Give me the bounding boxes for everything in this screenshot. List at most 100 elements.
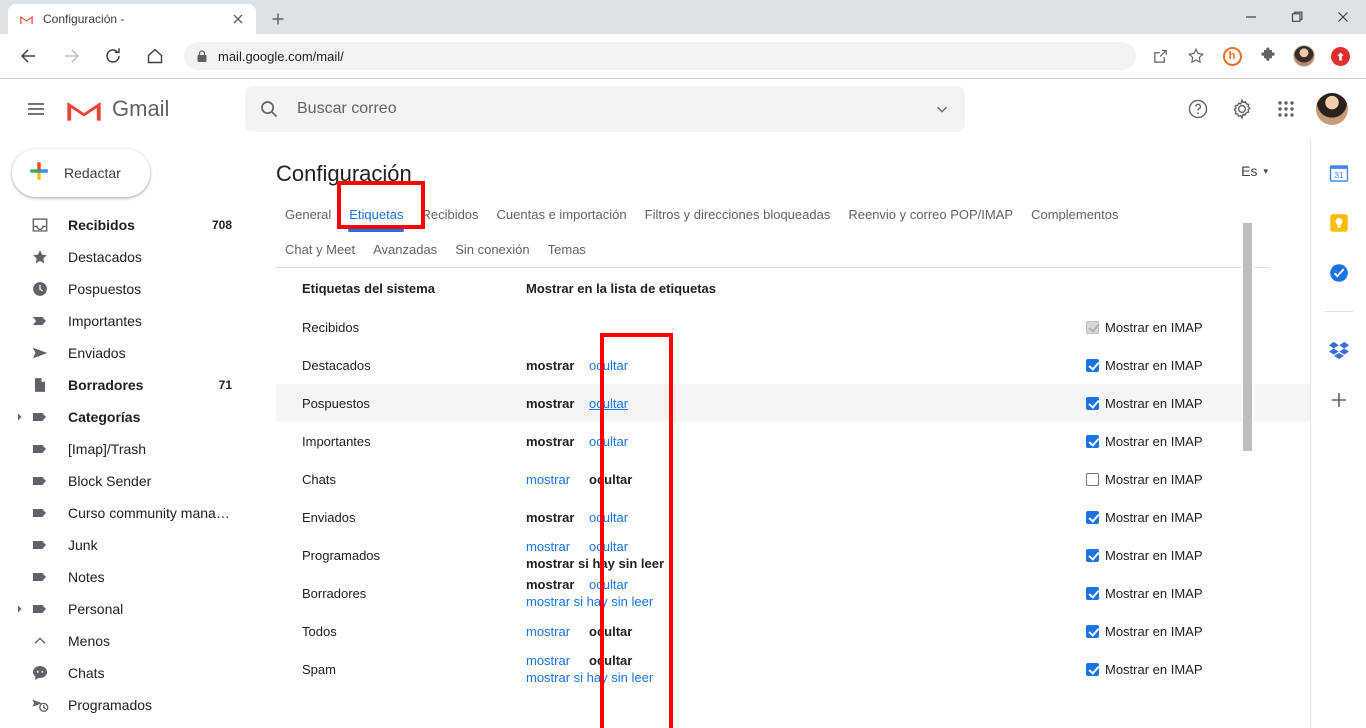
- tab-recibidos[interactable]: Recibidos: [412, 199, 487, 232]
- imap-checkbox[interactable]: [1086, 510, 1099, 524]
- tab-avanzadas[interactable]: Avanzadas: [364, 234, 446, 267]
- close-icon[interactable]: [230, 11, 246, 27]
- content-scrollbar[interactable]: [1242, 223, 1254, 728]
- sidebar-item-chats[interactable]: Chats: [0, 657, 244, 689]
- help-icon[interactable]: [1176, 87, 1220, 131]
- imap-visibility[interactable]: Mostrar en IMAP: [1086, 434, 1310, 449]
- tab-etiquetas[interactable]: Etiquetas: [340, 199, 412, 232]
- sidebar-item-block-sender[interactable]: Block Sender: [0, 465, 244, 497]
- imap-visibility[interactable]: Mostrar en IMAP: [1086, 662, 1310, 677]
- sidebar-item-menos[interactable]: Menos: [0, 625, 244, 657]
- profile-avatar[interactable]: [1289, 41, 1319, 71]
- table-row[interactable]: Pospuestos mostrar ocultar Mostrar en IMAP: [276, 384, 1310, 422]
- star-icon[interactable]: [1181, 41, 1211, 71]
- puzzle-extension-icon[interactable]: [1253, 41, 1283, 71]
- apps-grid-icon[interactable]: [1264, 87, 1308, 131]
- compose-button[interactable]: Redactar: [12, 149, 150, 197]
- show-if-unread-link[interactable]: mostrar si hay sin leer: [526, 594, 653, 609]
- address-bar[interactable]: mail.google.com/mail/: [184, 42, 1136, 70]
- gmail-logo[interactable]: Gmail: [64, 94, 239, 124]
- show-if-unread-link[interactable]: mostrar si hay sin leer: [526, 670, 653, 685]
- hide-link[interactable]: ocultar: [589, 434, 669, 449]
- tab-cuentas-e-importaci-n[interactable]: Cuentas e importación: [488, 199, 636, 232]
- add-addon-icon[interactable]: [1327, 388, 1351, 412]
- sidebar-item-importantes[interactable]: Importantes: [0, 305, 244, 337]
- share-icon[interactable]: [1145, 41, 1175, 71]
- hide-link[interactable]: ocultar: [589, 396, 669, 411]
- table-row[interactable]: Programados mostrar ocultar mostrar si hay …: [276, 536, 1310, 574]
- chevron-down-icon[interactable]: [933, 100, 951, 118]
- table-row[interactable]: Destacados mostrar ocultar Mostrar en IMAP: [276, 346, 1310, 384]
- imap-checkbox[interactable]: [1086, 624, 1099, 638]
- new-tab-button[interactable]: [264, 5, 292, 33]
- google-calendar-icon[interactable]: 31: [1327, 161, 1351, 185]
- sidebar-item-programados[interactable]: Programados: [0, 689, 244, 721]
- table-row[interactable]: Spam mostrar ocultar mostrar si hay sin lee…: [276, 650, 1310, 688]
- table-row[interactable]: Recibidos Mostrar en IMAP: [276, 308, 1310, 346]
- sidebar-item-curso-community-mana[interactable]: Curso community mana…: [0, 497, 244, 529]
- home-icon[interactable]: [140, 41, 170, 71]
- browser-tab[interactable]: Configuración -: [8, 4, 256, 34]
- google-tasks-icon[interactable]: [1327, 261, 1351, 285]
- imap-checkbox[interactable]: [1086, 662, 1099, 676]
- imap-visibility[interactable]: Mostrar en IMAP: [1086, 396, 1310, 411]
- honey-extension-icon[interactable]: h: [1217, 41, 1247, 71]
- tab-chat-y-meet[interactable]: Chat y Meet: [276, 234, 364, 267]
- sidebar-item-categor-as[interactable]: Categorías: [0, 401, 244, 433]
- table-row[interactable]: Importantes mostrar ocultar Mostrar en IMAP: [276, 422, 1310, 460]
- imap-visibility[interactable]: Mostrar en IMAP: [1086, 586, 1310, 601]
- search-input[interactable]: [297, 100, 933, 118]
- minimize-icon[interactable]: [1228, 0, 1274, 34]
- language-selector[interactable]: Es ▾: [1241, 163, 1268, 179]
- reload-icon[interactable]: [98, 41, 128, 71]
- imap-checkbox[interactable]: [1086, 472, 1099, 486]
- tab-filtros-y-direcciones-bloqueadas[interactable]: Filtros y direcciones bloqueadas: [636, 199, 840, 232]
- hide-link[interactable]: ocultar: [589, 358, 669, 373]
- tab-temas[interactable]: Temas: [539, 234, 595, 267]
- hamburger-icon[interactable]: [12, 85, 60, 133]
- imap-visibility[interactable]: Mostrar en IMAP: [1086, 320, 1310, 335]
- show-link[interactable]: mostrar: [526, 472, 589, 487]
- account-avatar[interactable]: [1316, 93, 1348, 125]
- sidebar-item-personal[interactable]: Personal: [0, 593, 244, 625]
- chevron-right-icon[interactable]: [10, 604, 30, 614]
- imap-visibility[interactable]: Mostrar en IMAP: [1086, 510, 1310, 525]
- hide-link[interactable]: ocultar: [589, 510, 669, 525]
- dropbox-icon[interactable]: [1327, 338, 1351, 362]
- hide-link[interactable]: ocultar: [589, 539, 669, 554]
- imap-checkbox[interactable]: [1086, 434, 1099, 448]
- table-row[interactable]: Todos mostrar ocultar Mostrar en IMAP: [276, 612, 1310, 650]
- close-window-icon[interactable]: [1320, 0, 1366, 34]
- table-row[interactable]: Chats mostrar ocultar Mostrar en IMAP: [276, 460, 1310, 498]
- scrollbar-thumb[interactable]: [1243, 223, 1252, 451]
- adblock-extension-icon[interactable]: [1325, 41, 1355, 71]
- imap-visibility[interactable]: Mostrar en IMAP: [1086, 358, 1310, 373]
- maximize-icon[interactable]: [1274, 0, 1320, 34]
- hide-link[interactable]: ocultar: [589, 577, 669, 592]
- imap-checkbox[interactable]: [1086, 396, 1099, 410]
- chevron-right-icon[interactable]: [10, 412, 30, 422]
- sidebar-item-borradores[interactable]: Borradores 71: [0, 369, 244, 401]
- tab-sin-conexi-n[interactable]: Sin conexión: [446, 234, 538, 267]
- sidebar-item-recibidos[interactable]: Recibidos 708: [0, 209, 244, 241]
- sidebar-item-imap-trash[interactable]: [Imap]/Trash: [0, 433, 244, 465]
- sidebar-item-enviados[interactable]: Enviados: [0, 337, 244, 369]
- sidebar-item-junk[interactable]: Junk: [0, 529, 244, 561]
- show-link[interactable]: mostrar: [526, 539, 589, 554]
- settings-gear-icon[interactable]: [1220, 87, 1264, 131]
- table-row[interactable]: Enviados mostrar ocultar Mostrar en IMAP: [276, 498, 1310, 536]
- table-row[interactable]: Borradores mostrar ocultar mostrar si hay s…: [276, 574, 1310, 612]
- show-link[interactable]: mostrar: [526, 624, 589, 639]
- back-arrow-icon[interactable]: [14, 41, 44, 71]
- google-keep-icon[interactable]: [1327, 211, 1351, 235]
- tab-general[interactable]: General: [276, 199, 340, 232]
- tab-complementos[interactable]: Complementos: [1022, 199, 1127, 232]
- imap-visibility[interactable]: Mostrar en IMAP: [1086, 624, 1310, 639]
- imap-checkbox[interactable]: [1086, 548, 1099, 562]
- imap-visibility[interactable]: Mostrar en IMAP: [1086, 548, 1310, 563]
- imap-checkbox[interactable]: [1086, 586, 1099, 600]
- imap-visibility[interactable]: Mostrar en IMAP: [1086, 472, 1310, 487]
- imap-checkbox[interactable]: [1086, 358, 1099, 372]
- tab-reenvio-y-correo-pop-imap[interactable]: Reenvio y correo POP/IMAP: [839, 199, 1022, 232]
- sidebar-item-destacados[interactable]: Destacados: [0, 241, 244, 273]
